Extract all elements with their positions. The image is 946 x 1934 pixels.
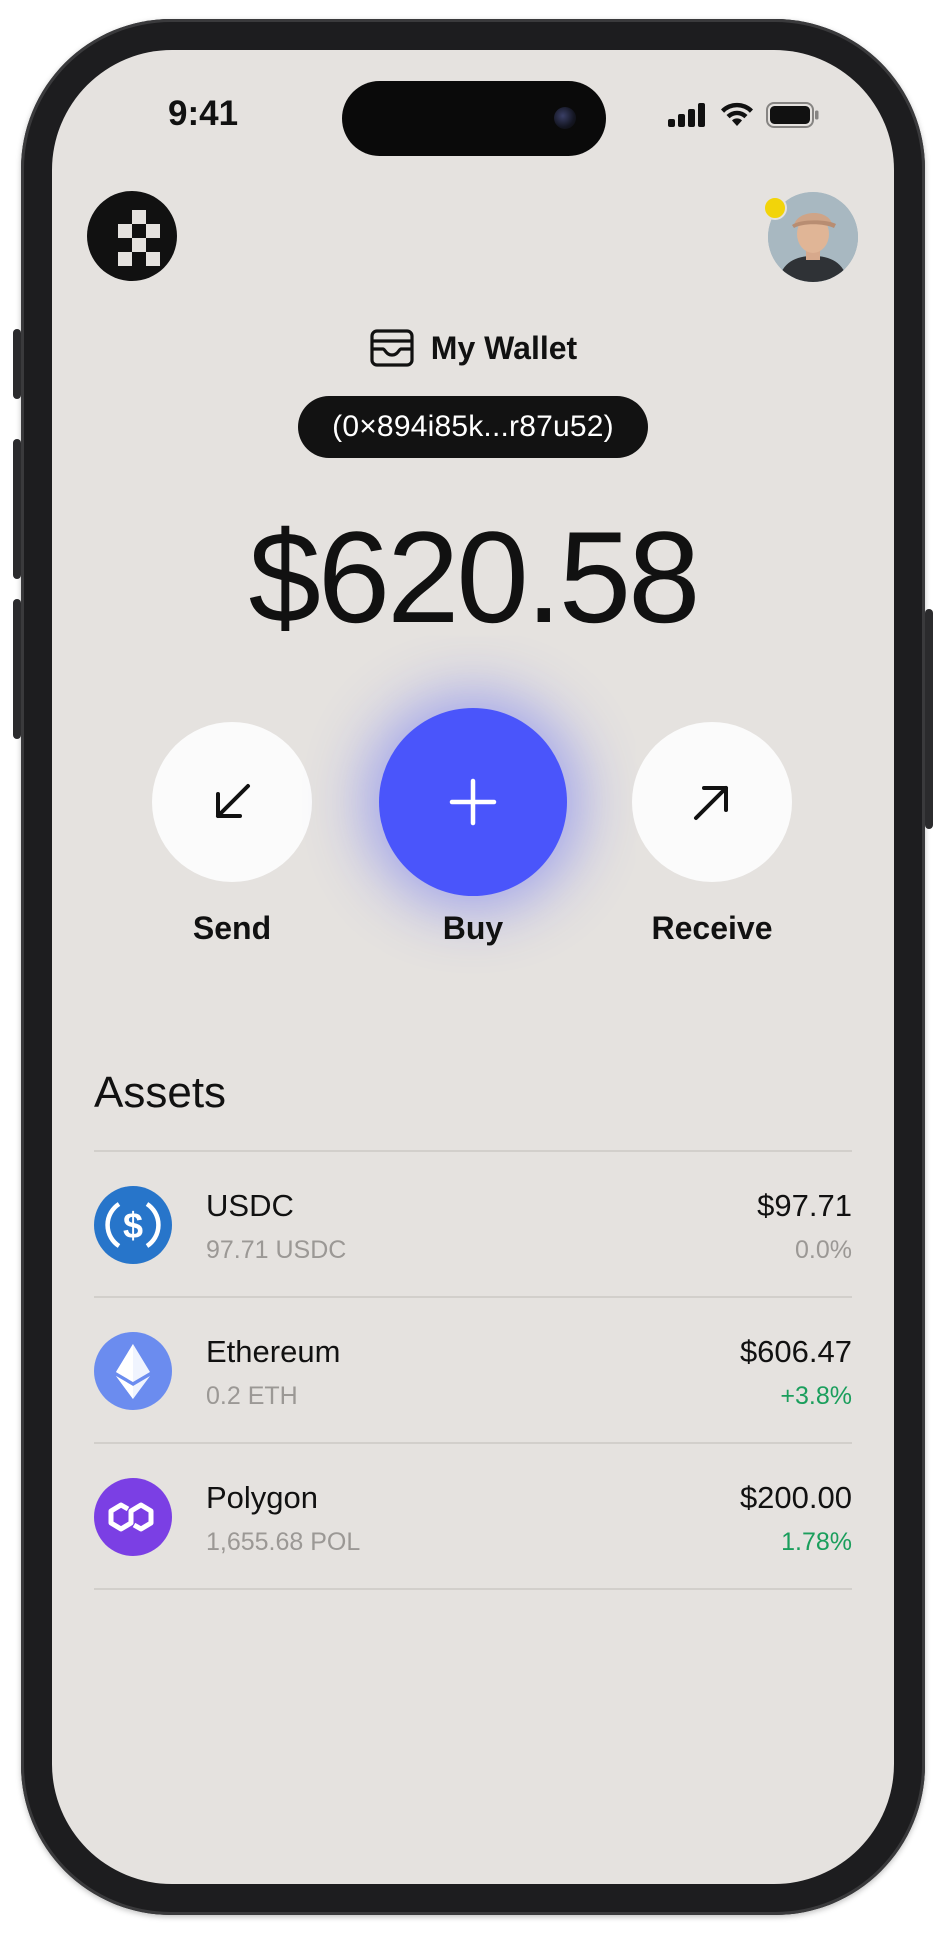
asset-value: $606.47 [739, 1334, 852, 1369]
svg-text:$: $ [123, 1205, 143, 1246]
plus-icon [449, 778, 497, 826]
assets-list: $ USDC 97.71 USDC $97.71 0.0% Ethereum 0… [94, 1150, 852, 1590]
receive-button[interactable] [632, 722, 792, 882]
asset-name: Polygon [206, 1480, 319, 1515]
app-screen: 9:41 My Wallet (0×894i85k...r87u52) $620… [52, 50, 894, 1884]
receive-label: Receive [651, 910, 773, 946]
asset-row-polygon[interactable]: Polygon 1,655.68 POL $200.00 1.78% [94, 1442, 852, 1590]
assets-heading: Assets [94, 1068, 227, 1117]
send-button[interactable] [152, 722, 312, 882]
wifi-icon [721, 102, 753, 126]
asset-row-usdc[interactable]: $ USDC 97.71 USDC $97.71 0.0% [94, 1150, 852, 1296]
notification-dot [763, 196, 787, 220]
asset-change: +3.8% [780, 1382, 852, 1410]
asset-name: USDC [206, 1188, 294, 1223]
ethereum-icon [94, 1332, 172, 1410]
asset-amount: 0.2 ETH [206, 1382, 298, 1410]
buy-action[interactable]: Buy [379, 708, 567, 947]
wallet-address-pill[interactable]: (0×894i85k...r87u52) [298, 396, 648, 458]
volume-up-button [13, 439, 21, 579]
asset-name: Ethereum [206, 1334, 341, 1369]
usdc-icon: $ [94, 1186, 172, 1264]
front-camera [554, 107, 576, 129]
asset-amount: 1,655.68 POL [206, 1528, 361, 1556]
asset-change: 1.78% [781, 1528, 852, 1556]
send-action[interactable]: Send [152, 722, 312, 947]
receive-action[interactable]: Receive [632, 722, 792, 947]
total-balance: $620.58 [248, 504, 701, 650]
battery-icon [766, 102, 819, 128]
power-button [925, 609, 933, 829]
arrow-up-right-icon [694, 786, 728, 820]
status-time: 9:41 [168, 94, 239, 133]
asset-change: 0.0% [795, 1236, 852, 1264]
buy-button[interactable] [379, 708, 567, 896]
volume-down-button [13, 599, 21, 739]
action-button [13, 329, 21, 399]
asset-value: $97.71 [757, 1188, 852, 1223]
app-logo [87, 191, 177, 281]
asset-row-ethereum[interactable]: Ethereum 0.2 ETH $606.47 +3.8% [94, 1296, 852, 1442]
signal-icon [668, 103, 705, 127]
wallet-header[interactable]: My Wallet [52, 328, 894, 368]
dynamic-island [342, 81, 606, 156]
wallet-title: My Wallet [430, 329, 578, 366]
asset-amount: 97.71 USDC [206, 1236, 347, 1264]
polygon-icon [94, 1478, 172, 1556]
asset-value: $200.00 [739, 1480, 852, 1515]
send-label: Send [192, 910, 272, 946]
wallet-icon [370, 329, 414, 367]
buy-label: Buy [442, 910, 504, 946]
status-icons [668, 102, 820, 128]
arrow-down-left-icon [216, 784, 250, 818]
